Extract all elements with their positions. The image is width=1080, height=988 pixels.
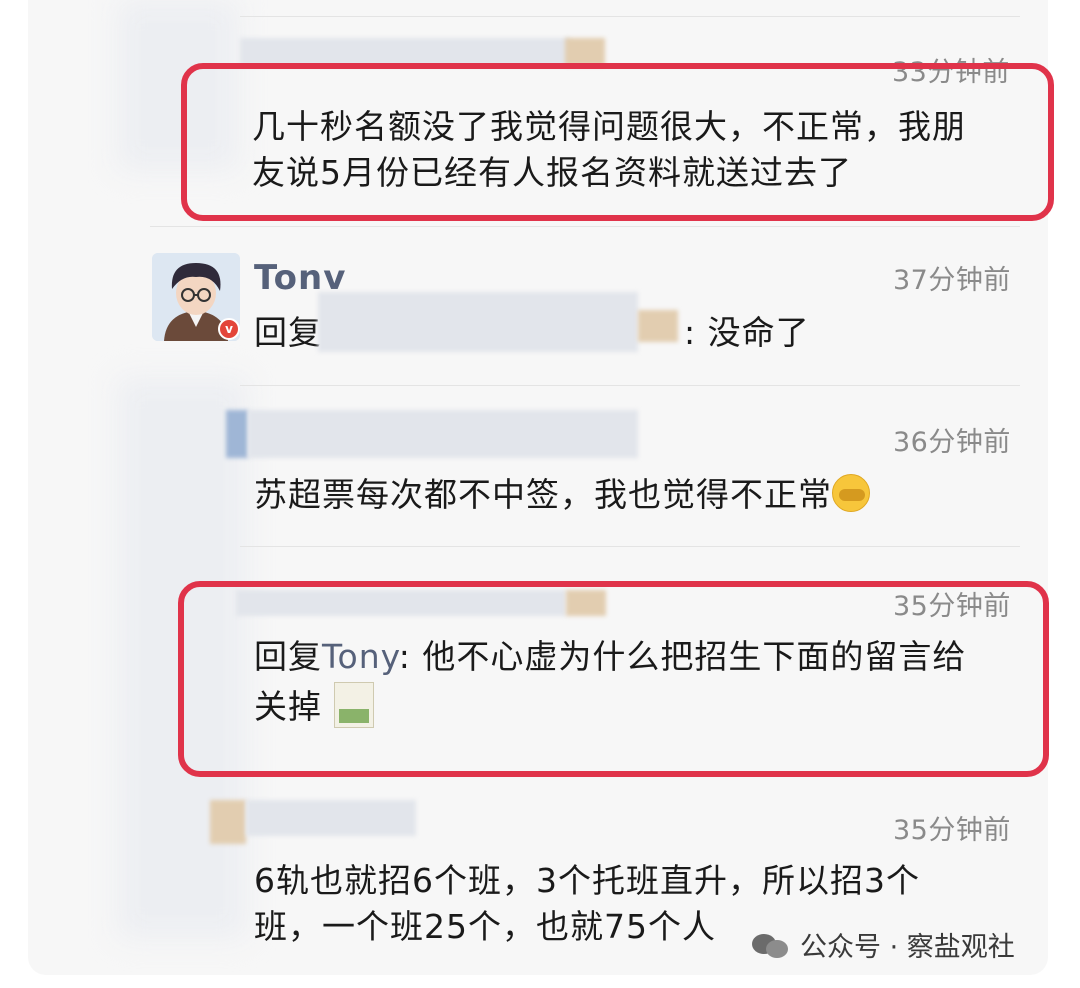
watermark-text: 公众号 · 察盐观社 [800, 932, 1015, 963]
divider [150, 226, 1020, 227]
comment-text-content: 苏超票每次都不中签，我也觉得不正常 [254, 475, 832, 514]
divider [240, 385, 1020, 386]
blurred-reply-target [318, 292, 638, 352]
verified-badge: v [218, 318, 240, 340]
wechat-icon [752, 930, 792, 960]
highlight-box [181, 63, 1054, 221]
comment-text: 苏超票每次都不中签，我也觉得不正常 [254, 472, 870, 517]
blurred-username [248, 410, 638, 458]
comment-text-line1: 6轨也就招6个班，3个托班直升，所以招3个 [254, 861, 920, 900]
reply-prefix: 回复 [254, 313, 322, 352]
comment-text-line2: 班，一个班25个，也就75个人 [254, 907, 716, 946]
divider [240, 16, 1020, 17]
divider [240, 546, 1020, 547]
blurred-username [246, 800, 416, 836]
facepalm-emoji-icon [832, 474, 870, 512]
blurred-reply-target-tail [638, 310, 678, 342]
reply-text: : 没命了 [684, 313, 810, 352]
blurred-username [240, 38, 570, 66]
comment-time: 35分钟前 [893, 815, 1011, 846]
highlight-box [178, 581, 1049, 777]
blurred-username-tail [565, 38, 605, 66]
watermark: 公众号 · 察盐观社 [752, 925, 1015, 964]
blurred-avatar [210, 800, 246, 844]
blurred-username [226, 410, 248, 458]
comment-time: 37分钟前 [893, 265, 1011, 296]
comment-time: 36分钟前 [893, 427, 1011, 458]
